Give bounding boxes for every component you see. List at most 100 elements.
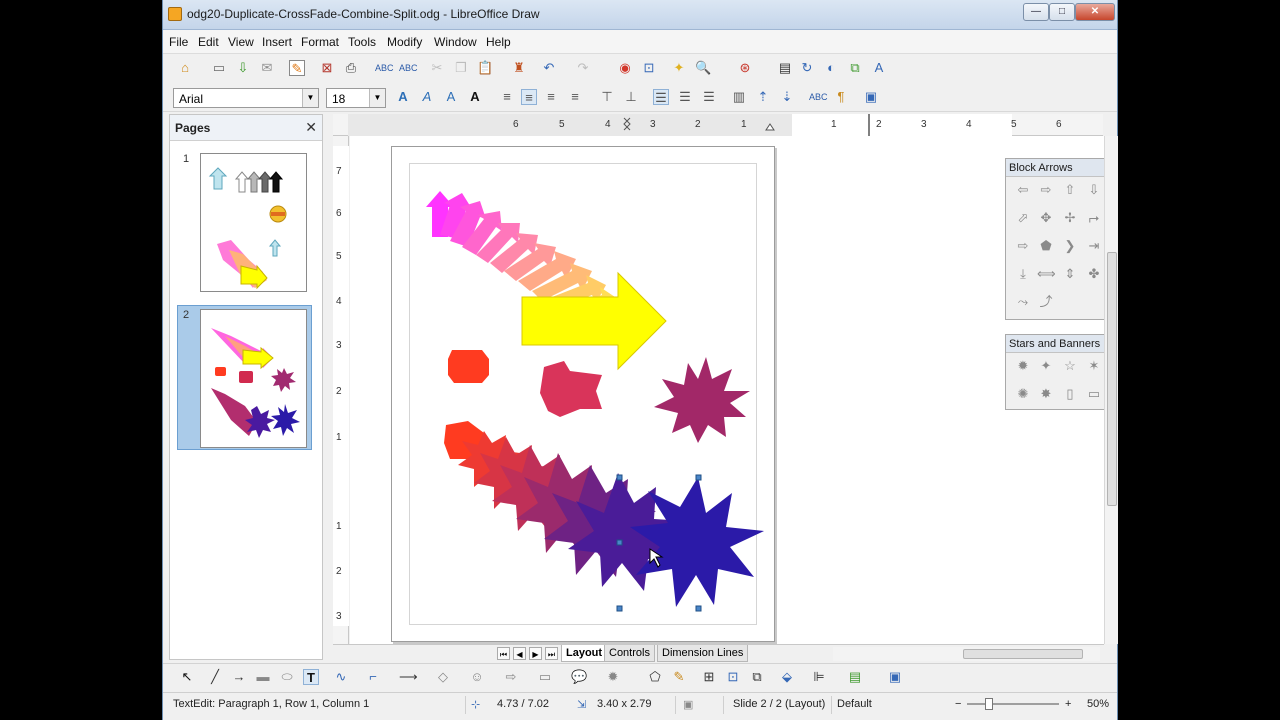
zoom-in-icon[interactable]: + — [1065, 698, 1071, 710]
open-icon[interactable]: ▭ — [211, 60, 227, 76]
copy-icon[interactable]: ❐ — [453, 60, 469, 76]
lines-arrows-icon[interactable]: ⟶ — [399, 669, 418, 685]
zoom-icon[interactable]: 🔍 — [695, 60, 711, 76]
menu-insert[interactable]: Insert — [262, 35, 292, 49]
left-right-callout-icon[interactable]: ⟺ — [1037, 265, 1056, 283]
arrange-icon[interactable]: ▤ — [847, 669, 863, 685]
up-arrow-icon[interactable]: ⇧ — [1061, 181, 1079, 199]
notched-right-arrow-icon[interactable]: ⇨ — [1014, 237, 1032, 255]
save-icon[interactable]: ⇩ — [235, 60, 251, 76]
cut-icon[interactable]: ✂ — [429, 60, 445, 76]
12-point-star-icon[interactable]: ✸ — [1037, 385, 1055, 403]
italic-outline-icon[interactable]: A — [419, 89, 435, 105]
symbol-shapes-icon[interactable]: ☺ — [469, 669, 485, 685]
connector-icon[interactable]: ⌐ — [365, 669, 381, 685]
navigator-icon[interactable]: ⊡ — [641, 60, 657, 76]
clone-format-icon[interactable]: ♜ — [511, 60, 527, 76]
first-tab-icon[interactable]: ⏮ — [497, 647, 510, 660]
drawing-workspace[interactable]: Block Arrows ▼ ✕ ⇦ ⇨ ⇧ ⇩ ⬄ ⇳ ⬀ ✥ ✢ ⮣ ⑂ ⇛… — [350, 136, 1106, 644]
increase-spacing-icon[interactable]: ⇡ — [755, 89, 771, 105]
cross-arrow-icon[interactable]: ✢ — [1061, 209, 1079, 227]
irregular-shape[interactable] — [540, 361, 602, 417]
right-arrow-icon[interactable]: ⇨ — [1037, 181, 1055, 199]
stars-icon[interactable]: ✹ — [605, 669, 621, 685]
horizontal-ruler[interactable]: 6 5 4 3 2 1 1 2 3 4 5 6 — [333, 114, 1103, 136]
4-point-star-icon[interactable]: ✦ — [1037, 357, 1055, 375]
rectangle-icon[interactable]: ▬ — [255, 669, 271, 685]
print-icon[interactable]: ⎙ — [343, 60, 359, 76]
previous-tab-icon[interactable]: ◀ — [513, 647, 526, 660]
status-zoom[interactable]: 50% — [1087, 698, 1109, 710]
autospell-icon[interactable]: ABC — [399, 60, 418, 76]
zoom-out-icon[interactable]: − — [955, 698, 961, 710]
gluepoints-icon[interactable]: ✦ — [671, 60, 687, 76]
close-icon[interactable]: ✕ — [305, 119, 317, 136]
four-way-callout-icon[interactable]: ✤ — [1085, 265, 1103, 283]
split-round-arrow-icon[interactable]: ⤴ — [1037, 293, 1055, 311]
fontwork-gallery-icon[interactable]: ✎ — [671, 669, 687, 685]
vertical-scroll-thumb[interactable] — [1107, 252, 1117, 506]
align-left-icon[interactable]: ≡ — [499, 89, 515, 105]
down-arrow-callout-icon[interactable]: ⤓ — [1014, 265, 1032, 283]
crossfade-starbursts[interactable] — [444, 421, 764, 607]
menu-view[interactable]: View — [228, 35, 254, 49]
maximize-button[interactable]: □ — [1049, 3, 1075, 21]
pentagon-icon[interactable]: ⬟ — [1037, 237, 1055, 255]
edit-file-icon[interactable]: ✎ — [289, 60, 305, 76]
character-icon[interactable]: ABC — [809, 89, 828, 105]
menu-format[interactable]: Format — [301, 35, 339, 49]
font-name-combo[interactable]: Arial ▼ — [173, 88, 319, 108]
undo-icon[interactable]: ↶ — [541, 60, 557, 76]
menu-window[interactable]: Window — [434, 35, 477, 49]
5-point-star-icon[interactable]: ☆ — [1061, 357, 1079, 375]
block-arrows-icon[interactable]: ⇨ — [503, 669, 519, 685]
tab-controls[interactable]: Controls — [604, 645, 655, 662]
close-button[interactable]: ✕ — [1075, 3, 1115, 21]
menu-tools[interactable]: Tools — [348, 35, 376, 49]
extrusion-icon[interactable]: ◐ — [823, 60, 839, 76]
vertical-ruler[interactable]: 7 6 5 4 3 2 1 1 2 3 — [333, 136, 349, 644]
tab-layout[interactable]: Layout — [561, 645, 608, 662]
left-arrow-icon[interactable]: ⇦ — [1014, 181, 1032, 199]
font-color-icon[interactable]: A — [467, 89, 483, 105]
up-right-arrow-icon[interactable]: ⬀ — [1014, 209, 1032, 227]
rotate-icon[interactable]: ↻ — [799, 60, 815, 76]
chevron-down-icon[interactable]: ▼ — [302, 89, 318, 107]
insert-frame-icon[interactable]: ⊡ — [725, 669, 741, 685]
page-thumbnail-2[interactable] — [200, 309, 307, 448]
down-arrow-icon[interactable]: ⇩ — [1085, 181, 1103, 199]
document-modified-icon[interactable]: ▣ — [683, 698, 693, 711]
corner-right-arrow-icon[interactable]: ⮣ — [1085, 209, 1103, 227]
page-thumbnail-1[interactable] — [200, 153, 307, 292]
zoom-slider-knob[interactable] — [985, 698, 993, 710]
redo-icon[interactable]: ↷ — [575, 60, 591, 76]
menu-file[interactable]: File — [169, 35, 188, 49]
last-tab-icon[interactable]: ⏭ — [545, 647, 558, 660]
outline-icon[interactable]: ☰ — [701, 89, 717, 105]
menu-edit[interactable]: Edit — [198, 35, 219, 49]
sidebar-icon[interactable]: ▣ — [863, 89, 879, 105]
align-icon[interactable]: ⊫ — [811, 669, 827, 685]
menu-modify[interactable]: Modify — [387, 35, 422, 49]
points-icon[interactable]: ⬠ — [647, 669, 663, 685]
decrease-spacing-icon[interactable]: ⇣ — [779, 89, 795, 105]
drawing-page[interactable] — [391, 146, 775, 642]
right-arrow-callout-icon[interactable]: ⇥ — [1085, 237, 1103, 255]
paragraph-icon[interactable]: ¶ — [833, 89, 849, 105]
menu-help[interactable]: Help — [486, 35, 511, 49]
horizontal-scrollbar[interactable] — [833, 647, 1100, 661]
6-point-star-icon[interactable]: ✶ — [1085, 357, 1103, 375]
horizontal-scroll-icon[interactable]: ▭ — [1085, 385, 1103, 403]
zoom-slider[interactable] — [967, 703, 1059, 705]
curve-icon[interactable]: ∿ — [333, 669, 349, 685]
ellipse-icon[interactable]: ⬭ — [279, 669, 295, 685]
text-icon[interactable]: T — [303, 669, 319, 685]
fontwork-icon[interactable]: A — [871, 60, 887, 76]
align-objects-icon[interactable]: ⧉ — [847, 60, 863, 76]
starburst-shape[interactable] — [654, 357, 750, 443]
paste-icon[interactable]: 📋 — [477, 60, 493, 76]
shadow-outline-icon[interactable]: A — [443, 89, 459, 105]
chevron-icon[interactable]: ❯ — [1061, 237, 1079, 255]
email-icon[interactable]: ✉ — [259, 60, 275, 76]
vertical-scrollbar[interactable] — [1104, 136, 1118, 644]
